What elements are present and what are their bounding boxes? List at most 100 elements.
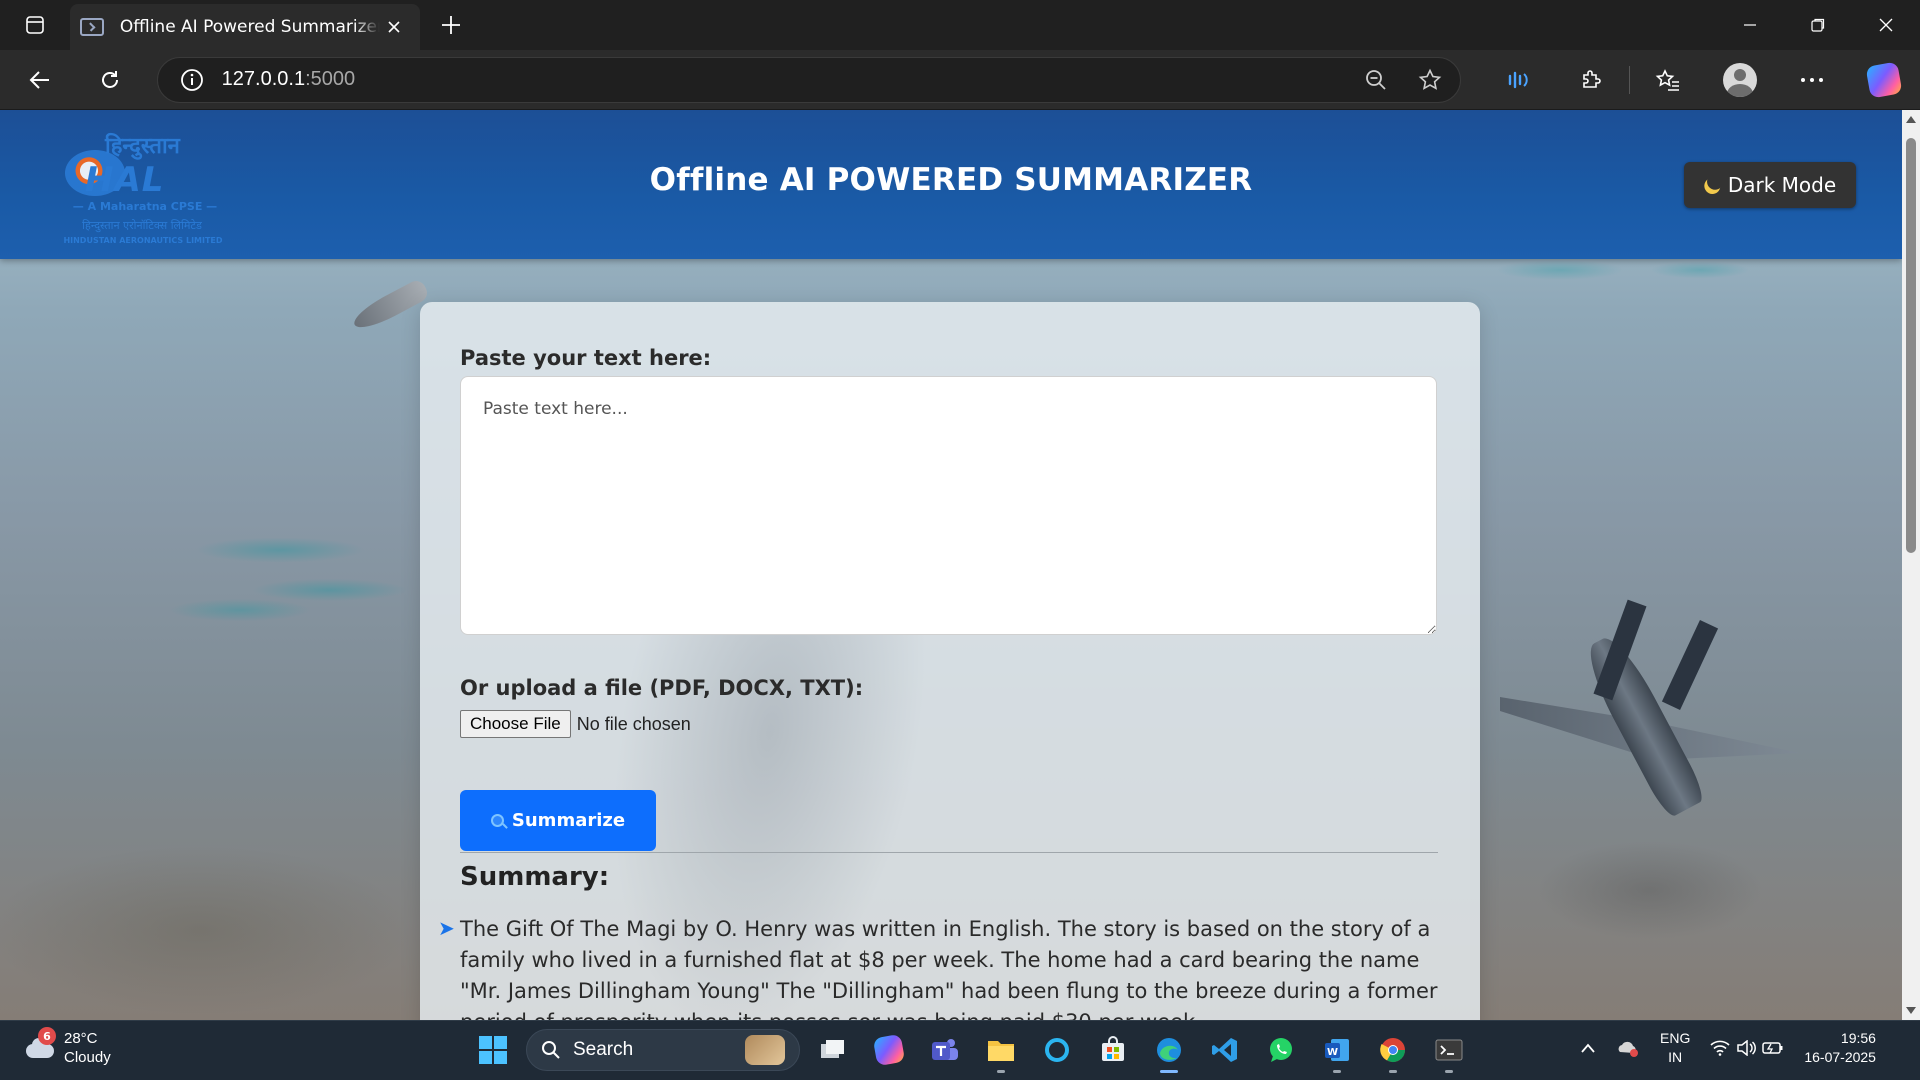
refresh-button[interactable]	[86, 55, 134, 105]
jet-decoration-right	[1480, 599, 1810, 830]
battery-icon	[1762, 1042, 1783, 1054]
cortana-app[interactable]	[1034, 1027, 1080, 1073]
upload-label: Or upload a file (PDF, DOCX, TXT):	[460, 676, 864, 700]
browser-toolbar: 127.0.0.1:5000	[0, 50, 1920, 110]
restore-button[interactable]	[1784, 0, 1852, 50]
language-indicator[interactable]: ENG IN	[1660, 1029, 1690, 1067]
divider	[460, 852, 1438, 853]
file-status: No file chosen	[576, 713, 691, 734]
vscode-app[interactable]	[1202, 1027, 1248, 1073]
back-button[interactable]	[16, 55, 64, 105]
text-input[interactable]	[460, 376, 1437, 635]
browser-extensions	[1483, 55, 1920, 105]
svg-text:W: W	[1327, 1047, 1338, 1058]
summarize-label: Summarize	[511, 810, 626, 831]
info-icon[interactable]	[180, 68, 204, 92]
chevron-up-icon[interactable]	[1580, 1042, 1596, 1054]
extensions-button[interactable]	[1555, 55, 1627, 105]
tab-actions-button[interactable]	[0, 0, 70, 50]
summary-item: ➤ The Gift Of The Magi by O. Henry was w…	[438, 914, 1443, 1020]
scroll-up-arrow-icon[interactable]	[1906, 116, 1916, 123]
clock[interactable]: 19:56 16-07-2025	[1804, 1029, 1876, 1067]
store-app[interactable]	[1090, 1027, 1136, 1073]
whatsapp-app[interactable]	[1258, 1027, 1304, 1073]
logo-english-full: HINDUSTAN AERONAUTICS LIMITED	[63, 236, 223, 245]
chevron-right-icon: ➤	[438, 916, 455, 940]
start-button[interactable]	[470, 1027, 516, 1073]
time: 19:56	[1840, 1030, 1876, 1046]
cortana-ring-icon	[1045, 1038, 1069, 1062]
address-bar[interactable]: 127.0.0.1:5000	[156, 56, 1461, 103]
search-highlight-image	[745, 1035, 785, 1065]
task-view-button[interactable]	[810, 1027, 856, 1073]
plus-icon	[442, 16, 460, 34]
file-explorer-app[interactable]	[978, 1027, 1024, 1073]
page-background: हिन्दुस्तान HAL — A Maharatna CPSE — हिन…	[0, 110, 1902, 1020]
copilot-app[interactable]	[866, 1027, 912, 1073]
summarize-button[interactable]: Summarize	[460, 790, 656, 851]
close-icon	[1879, 18, 1893, 32]
window-controls	[1716, 0, 1920, 50]
favorite-star-icon[interactable]	[1418, 68, 1442, 92]
onedrive-error-icon[interactable]	[1616, 1038, 1640, 1058]
zoom-out-icon[interactable]	[1364, 68, 1388, 92]
url-port: :5000	[305, 68, 356, 90]
terminal-icon	[1435, 1039, 1463, 1061]
restore-icon	[1811, 18, 1825, 32]
read-aloud-icon	[1508, 71, 1528, 88]
favorites-button[interactable]	[1632, 55, 1704, 105]
word-app[interactable]: W	[1314, 1027, 1360, 1073]
terminal-favicon-icon	[80, 18, 104, 36]
tab-close-button[interactable]	[380, 13, 408, 41]
copilot-icon	[1865, 60, 1903, 99]
arrow-left-icon	[29, 70, 50, 89]
read-aloud-button[interactable]	[1483, 55, 1555, 105]
quick-settings[interactable]	[1710, 1040, 1784, 1056]
date: 16-07-2025	[1804, 1049, 1876, 1065]
scroll-down-arrow-icon[interactable]	[1906, 1007, 1916, 1014]
summary-list: ➤ The Gift Of The Magi by O. Henry was w…	[438, 914, 1443, 1020]
summary-title: Summary:	[460, 862, 610, 892]
new-tab-button[interactable]	[426, 0, 476, 50]
close-window-button[interactable]	[1852, 0, 1920, 50]
running-indicator	[1445, 1070, 1453, 1073]
page-scrollbar[interactable]	[1902, 110, 1920, 1020]
dark-mode-button[interactable]: Dark Mode	[1684, 162, 1856, 208]
search-label: Search	[573, 1039, 634, 1060]
copilot-icon	[872, 1033, 906, 1067]
address-bar-actions	[1364, 68, 1442, 92]
logo-hindi-full: हिन्दुस्तान एरोनॉटिक्स लिमिटेड	[82, 219, 202, 232]
tab-actions-icon	[26, 16, 44, 34]
store-icon	[1102, 1036, 1124, 1061]
refresh-icon	[102, 70, 119, 88]
summarizer-card: Paste your text here: Or upload a file (…	[420, 302, 1480, 1020]
url-text[interactable]: 127.0.0.1:5000	[222, 68, 355, 91]
volume-icon	[1737, 1040, 1757, 1056]
choose-file-button[interactable]: Choose File	[460, 710, 571, 738]
minimize-button[interactable]	[1716, 0, 1784, 50]
weather-widget[interactable]: 6 28°C Cloudy	[22, 1027, 111, 1067]
terminal-app[interactable]	[1426, 1027, 1472, 1073]
profile-button[interactable]	[1704, 55, 1776, 105]
magnifier-icon	[490, 814, 504, 827]
teams-app[interactable]	[922, 1027, 968, 1073]
copilot-button[interactable]	[1848, 55, 1920, 105]
chrome-app[interactable]	[1370, 1027, 1416, 1073]
taskbar-apps: Search W	[470, 1027, 1472, 1073]
task-view-icon	[821, 1040, 844, 1058]
taskbar-search[interactable]: Search	[526, 1029, 800, 1071]
taskbar: 6 28°C Cloudy Search W ENG IN 19:56 16-0…	[0, 1020, 1920, 1080]
avatar	[1723, 62, 1757, 97]
ellipsis-icon	[1801, 77, 1823, 82]
more-options-button[interactable]	[1776, 55, 1848, 105]
wifi-icon	[1710, 1040, 1730, 1056]
file-upload: Choose File No file chosen	[460, 710, 691, 738]
moon-icon	[1705, 171, 1726, 192]
browser-tab[interactable]: Offline AI Powered Summarizer -	[70, 4, 420, 50]
favorites-list-icon	[1655, 68, 1679, 91]
scroll-thumb[interactable]	[1906, 138, 1916, 553]
edge-app[interactable]	[1146, 1027, 1192, 1073]
puzzle-icon	[1583, 69, 1601, 88]
edge-icon	[1157, 1038, 1181, 1062]
toolbar-divider	[1629, 65, 1630, 94]
